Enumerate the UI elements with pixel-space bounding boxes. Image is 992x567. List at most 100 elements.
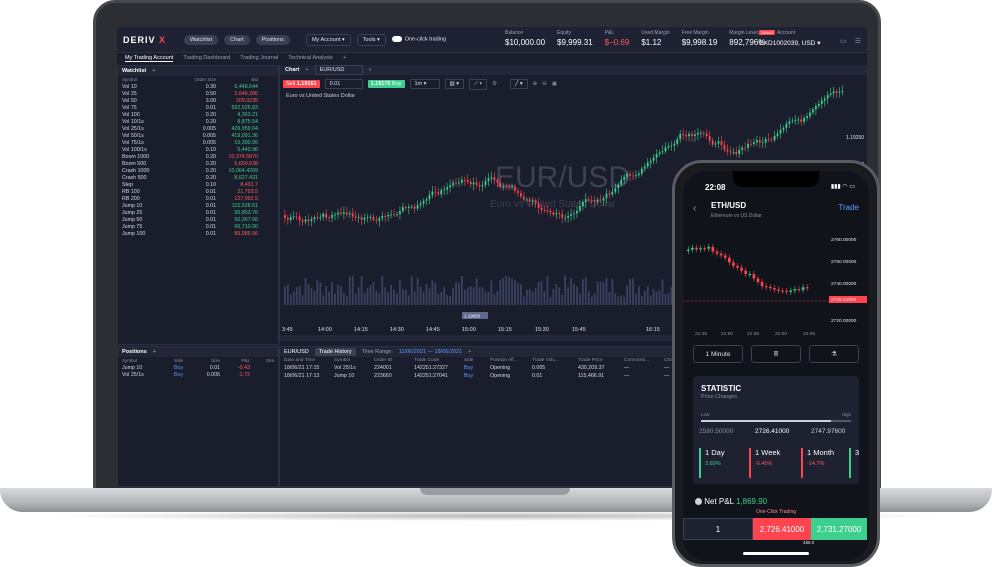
volume-bar — [316, 279, 319, 305]
history-col[interactable]: Trade Code — [414, 358, 464, 363]
watchlist-row[interactable]: Vol 50 3.00 209.0235 — [118, 97, 278, 104]
watchlist-row[interactable]: Jump 10 0.01 115,528.61 — [118, 202, 278, 209]
watchlist-row[interactable]: Crash 500 0.20 8,627.431 — [118, 174, 278, 181]
watchlist-row[interactable]: Vol 10/1s 0.20 8,875.54 — [118, 118, 278, 125]
card-3-month[interactable]: 3 — [849, 448, 859, 478]
phone-candlestick-chart[interactable]: 2760.00000 2750.00000 2740.00000 2726.41000… — [683, 221, 869, 339]
watchlist-row[interactable]: Step 0.10 8,431.7 — [118, 181, 278, 188]
tab-trade-history[interactable]: Trade History — [314, 348, 356, 356]
positions-button[interactable]: Positions — [255, 34, 290, 45]
candle — [422, 200, 425, 204]
watchlist-row[interactable]: RB 200 0.01 127,092.5 — [118, 195, 278, 202]
card-1-week[interactable]: 1 Week -6.45% — [749, 448, 780, 478]
history-col[interactable]: Side — [464, 358, 490, 363]
candle — [620, 179, 623, 185]
watchlist-row[interactable]: RB 100 0.01 21,793.5 — [118, 188, 278, 195]
home-indicator — [743, 552, 809, 555]
history-symbol-tab[interactable]: EUR/USD — [284, 349, 309, 355]
watchlist-row[interactable]: Boom 1000 0.20 10,374.5870 — [118, 153, 278, 160]
watchlist-row[interactable]: Boom 500 0.20 5,650.638 — [118, 160, 278, 167]
watchlist-row[interactable]: Vol 25 0.50 2,646.286 — [118, 90, 278, 97]
watchlist-row[interactable]: Jump 25 0.01 95,853.76 — [118, 209, 278, 216]
phone-buy-button[interactable]: 2,731.27000 — [811, 518, 867, 540]
history-cell-side: Buy — [464, 373, 474, 379]
back-arrow-icon[interactable]: ‹ — [693, 203, 696, 214]
account-selector[interactable]: DEMO Account DXD1002039, USD ▾ — [759, 30, 820, 47]
position-row[interactable]: Vol 25/1s Buy 0.005 -1.72 — [118, 371, 278, 378]
volume-bar — [667, 293, 670, 305]
phone-sell-button[interactable]: 2,726.41000 — [753, 518, 811, 540]
history-col[interactable]: Commissi... — [624, 358, 664, 363]
phone-time-tick: 21:50 — [721, 331, 733, 337]
chart-button[interactable]: Chart — [224, 34, 250, 45]
deriv-x-logo[interactable]: DERIV X — [123, 35, 166, 45]
row-order-size: 0.20 — [205, 167, 216, 174]
watchlist-row[interactable]: Vol 25/1s 0.005 429,959.04 — [118, 125, 278, 132]
phone-nav-bar: ‹ ETH/USD Ethereum vs US Dollar Trade — [683, 195, 869, 223]
tab-trading-journal[interactable]: Trading Journal — [240, 55, 278, 61]
phone-price-tick: 2750.00000 — [831, 259, 857, 265]
history-col[interactable]: Trade Price — [578, 358, 624, 363]
tab-technical-analysis[interactable]: Technical Analysis — [288, 55, 333, 61]
history-col[interactable]: Position eff... — [490, 358, 532, 363]
volume-bar — [425, 283, 428, 305]
volume-bar — [289, 294, 292, 305]
watchlist-row[interactable]: Vol 100/1s 0.10 5,443.96 — [118, 146, 278, 153]
watchlist-row[interactable]: Jump 75 0.01 66,710.00 — [118, 223, 278, 230]
watchlist-row[interactable]: Vol 10 0.30 6,448.644 — [118, 83, 278, 90]
candle — [764, 139, 767, 143]
watchlist-row[interactable]: Crash 1000 0.20 10,064.4209 — [118, 167, 278, 174]
volume-bar — [614, 293, 617, 305]
add-tab-icon[interactable]: + — [343, 55, 346, 61]
layout-icon[interactable]: ▭ — [840, 37, 847, 45]
my-account-dropdown[interactable]: My Account ▾ — [305, 33, 351, 46]
position-row[interactable]: Jump 10 Buy 0.01 -0.43 — [118, 364, 278, 371]
row-bid: 21,793.5 — [237, 188, 258, 195]
history-cell-oid: 224001 — [374, 365, 392, 371]
row-order-size: 0.10 — [205, 146, 216, 153]
history-col[interactable]: Date and Time — [284, 358, 334, 363]
volume-bar — [455, 282, 457, 305]
phone-time-tick: 22:05 — [803, 331, 815, 337]
candle — [800, 119, 803, 122]
candle — [702, 132, 705, 134]
add-tab-icon[interactable]: + — [468, 349, 471, 355]
history-cell-tc: 142251:27041 — [414, 373, 448, 379]
volume-bar — [658, 290, 661, 305]
watchlist-button[interactable]: Watchlist — [184, 34, 219, 45]
tab-my-trading-account[interactable]: My Trading Account — [125, 55, 174, 62]
add-position-icon[interactable]: + — [153, 349, 156, 355]
tools-dropdown[interactable]: Tools ▾ — [356, 33, 386, 46]
watchlist-row[interactable]: Vol 50/1s 0.005 419,091.36 — [118, 132, 278, 139]
range-track — [701, 420, 831, 422]
phone-quantity-input[interactable]: 1 — [683, 518, 753, 540]
chevron-down-icon: ▾ — [377, 36, 380, 43]
watchlist-row[interactable]: Jump 100 0.01 89,986.56 — [118, 230, 278, 237]
indicators-button[interactable]: ⚗ — [809, 345, 859, 363]
watchlist-row[interactable]: Vol 100 0.20 4,363.21 — [118, 111, 278, 118]
candle — [446, 187, 449, 190]
time-range-value[interactable]: 11/06/2021 — 18/06/2021 — [399, 349, 462, 355]
watchlist-row[interactable]: Vol 75 0.01 592,525.83 — [118, 104, 278, 111]
one-click-toggle[interactable]: One-click trading — [391, 36, 446, 43]
chart-type-button[interactable]: ⫾⫾ — [751, 345, 801, 363]
add-symbol-icon[interactable]: + — [152, 68, 155, 74]
candle — [629, 174, 631, 176]
col-symbol: Symbol — [122, 77, 138, 82]
candle — [469, 181, 472, 185]
trade-link[interactable]: Trade — [838, 203, 859, 212]
row-order-size: 0.20 — [205, 118, 216, 125]
history-col[interactable]: Order ID — [374, 358, 414, 363]
interval-button[interactable]: 1 Minute — [693, 345, 743, 363]
volume-bar — [399, 279, 401, 305]
volume-bar — [307, 284, 310, 305]
tab-trading-dashboard[interactable]: Trading Dashboard — [183, 55, 230, 61]
history-col[interactable]: Trade Volu... — [532, 358, 578, 363]
menu-icon[interactable]: ☰ — [855, 37, 861, 45]
candle — [310, 219, 313, 222]
card-1-month[interactable]: 1 Month -14.7% — [801, 448, 834, 478]
history-col[interactable]: Symbol — [334, 358, 374, 363]
watchlist-row[interactable]: Jump 50 0.01 50,367.66 — [118, 216, 278, 223]
watchlist-row[interactable]: Vol 75/1s 0.005 15,390.95 — [118, 139, 278, 146]
card-1-day[interactable]: 1 Day 3.69% — [699, 448, 725, 478]
